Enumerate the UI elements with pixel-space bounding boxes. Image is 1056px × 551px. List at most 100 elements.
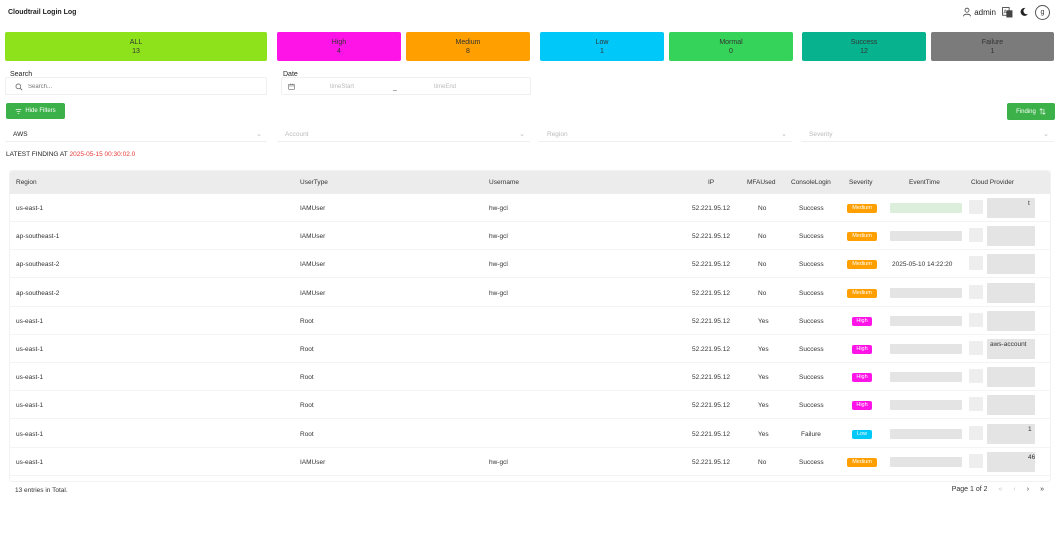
cell-mfa: Yes — [758, 317, 769, 325]
cell-ip: 52.221.95.12 — [692, 402, 730, 410]
card-medium[interactable]: Medium 8 — [406, 32, 530, 61]
severity-badge: Medium — [847, 204, 877, 213]
cell-username: hw-gcl — [489, 289, 508, 297]
redacted-eventtime — [890, 344, 962, 354]
time-end-input[interactable]: timeEnd — [434, 84, 456, 90]
chevron-down-icon: ⌄ — [781, 131, 787, 138]
cell-console: Success — [799, 233, 824, 241]
severity-badge: Medium — [847, 232, 877, 242]
cell-usertype: IAMUser — [300, 289, 326, 297]
redacted-cloud-icon — [969, 312, 983, 327]
cell-cloud-provider: aws-account — [990, 341, 1027, 348]
cell-username: hw-gcl — [489, 205, 508, 212]
table-row[interactable]: ap-southeast-2 IAMUser hw-gcl 52.221.95.12 N… — [10, 250, 1050, 279]
page-info: Page 1 of 2 — [951, 486, 988, 493]
table-row[interactable]: us-east-1 Root 52.221.95.12 Yes Success High — [10, 363, 1050, 392]
card-count: 8 — [466, 48, 470, 55]
cell-region: ap-southeast-1 — [16, 233, 60, 241]
provider-select[interactable]: AWS ⌄ — [5, 127, 267, 142]
latest-finding: LATEST FINDING AT 2025-05-15 00:30:02.0 — [6, 151, 135, 158]
cell-usertype: IAMUser — [300, 458, 326, 466]
cell-region: us-east-1 — [16, 402, 44, 410]
card-success[interactable]: Success 12 — [802, 32, 926, 61]
cell-usertype: Root — [300, 402, 314, 410]
th-cloud-provider[interactable]: Cloud Provider — [971, 179, 1014, 186]
cell-region: us-east-1 — [16, 458, 44, 466]
latest-finding-timestamp: 2025-05-15 00:30:02.0 — [69, 151, 136, 158]
redacted-eventtime — [890, 203, 962, 213]
user-menu[interactable]: admin — [962, 7, 996, 17]
cell-mfa: Yes — [758, 402, 769, 410]
card-low[interactable]: Low 1 — [540, 32, 664, 61]
th-ip[interactable]: IP — [708, 179, 714, 186]
account-select[interactable]: Account ⌄ — [277, 127, 530, 142]
card-all[interactable]: ALL 13 — [5, 32, 267, 61]
card-failure[interactable]: Failure 1 — [931, 32, 1054, 61]
date-range-picker[interactable]: timeStart _ timeEnd — [281, 77, 531, 95]
search-input[interactable] — [28, 80, 228, 93]
table-row[interactable]: ap-southeast-1 IAMUser hw-gcl 52.221.95.12 N… — [10, 222, 1050, 251]
card-label: Success — [850, 39, 878, 46]
table-row[interactable]: us-east-1 Root 52.221.95.12 Yes Success High — [10, 307, 1050, 335]
th-username[interactable]: Username — [489, 179, 519, 186]
table-row[interactable]: us-east-1 Root 52.221.95.12 Yes Success High — [10, 391, 1050, 420]
th-eventtime[interactable]: EventTime — [909, 179, 940, 186]
cell-mfa: Yes — [758, 374, 769, 382]
card-count: 12 — [860, 48, 868, 55]
severity-badge: High — [852, 401, 872, 411]
table-row[interactable]: ap-southeast-2 IAMUser hw-gcl 52.221.95.12 N… — [10, 279, 1050, 307]
th-mfaused[interactable]: MFAUsed — [747, 179, 776, 186]
cell-region: ap-southeast-2 — [16, 261, 60, 269]
cell-console: Success — [799, 374, 824, 382]
cell-console: Success — [799, 402, 824, 410]
first-page-icon[interactable]: « — [999, 486, 1003, 493]
table-row[interactable]: us-east-1 Root 52.221.95.12 Yes Failure Low 1 — [10, 420, 1050, 448]
card-label: Medium — [455, 39, 481, 46]
redacted-cloud-provider — [987, 254, 1035, 275]
table-row[interactable]: us-east-1 Root 52.221.95.12 Yes Success High a… — [10, 335, 1050, 363]
translate-icon[interactable]: A — [1002, 6, 1013, 18]
hide-filters-label: Hide Filters — [25, 108, 56, 114]
search-field[interactable] — [5, 77, 267, 95]
th-usertype[interactable]: UserType — [300, 179, 328, 186]
severity-select-value: Severity — [809, 131, 833, 138]
region-select[interactable]: Region ⌄ — [539, 127, 792, 142]
redacted-cloud-provider — [987, 282, 1035, 303]
cell-ip: 52.221.95.12 — [692, 289, 730, 297]
header-actions: admin A g — [962, 4, 1050, 20]
hide-filters-button[interactable]: Hide Filters — [6, 103, 65, 119]
table-row[interactable]: us-east-1 IAMUser hw-gcl 52.221.95.12 No Succ… — [10, 448, 1050, 476]
cell-ip: 52.221.95.12 — [692, 430, 730, 438]
last-page-icon[interactable]: » — [1040, 486, 1044, 493]
dark-mode-moon-icon[interactable] — [1019, 7, 1029, 17]
card-normal[interactable]: Mormal 0 — [669, 32, 793, 61]
cell-console: Success — [799, 317, 824, 325]
calendar-icon — [288, 83, 295, 90]
cell-console: Success — [799, 346, 824, 353]
redacted-cloud-icon — [969, 341, 983, 355]
severity-badge: Low — [852, 429, 872, 439]
cell-usertype: IAMUser — [300, 261, 326, 269]
date-separator: _ — [393, 84, 397, 91]
cell-region: us-east-1 — [16, 205, 44, 212]
time-start-input[interactable]: timeStart — [330, 84, 354, 90]
finding-button[interactable]: Finding — [1007, 103, 1055, 120]
card-count: 0 — [729, 48, 733, 55]
severity-select[interactable]: Severity ⌄ — [801, 127, 1054, 142]
th-consolelogin[interactable]: ConsoleLogin — [791, 179, 831, 186]
card-high[interactable]: High 4 — [277, 32, 401, 61]
card-count: 1 — [990, 48, 995, 55]
th-region[interactable]: Region — [16, 179, 37, 186]
table-row[interactable]: us-east-1 IAMUser hw-gcl 52.221.95.12 No Succ… — [10, 194, 1050, 222]
chevron-down-icon: ⌄ — [519, 131, 525, 138]
severity-badge: Medium — [847, 260, 877, 270]
severity-badge: Medium — [847, 457, 877, 467]
cell-ip: 52.221.95.12 — [692, 205, 730, 212]
avatar[interactable]: g — [1035, 4, 1050, 20]
th-severity[interactable]: Severity — [849, 179, 872, 186]
prev-page-icon[interactable]: ‹ — [1013, 486, 1015, 493]
cell-region: us-east-1 — [16, 317, 44, 325]
redacted-eventtime — [890, 315, 962, 326]
next-page-icon[interactable]: › — [1027, 486, 1029, 493]
table-header: Region UserType Username IP MFAUsed Cons… — [10, 171, 1050, 194]
